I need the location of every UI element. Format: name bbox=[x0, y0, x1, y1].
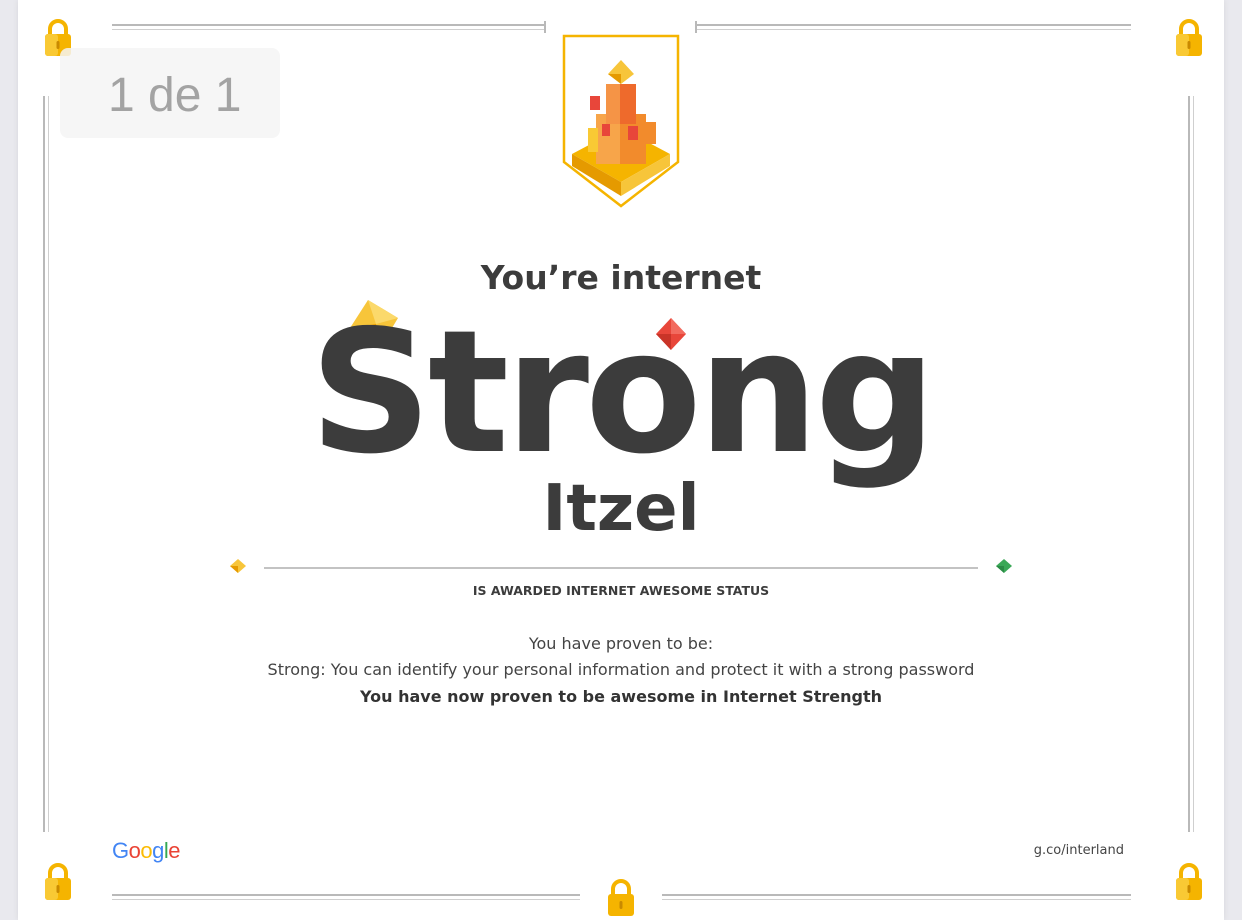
google-logo-letter: G bbox=[112, 838, 129, 863]
proven-intro: You have proven to be: bbox=[528, 634, 714, 653]
lock-icon bbox=[1176, 863, 1202, 900]
top-border-right bbox=[697, 24, 1131, 30]
google-logo-letter: o bbox=[128, 838, 141, 863]
recipient-name: Itzel bbox=[542, 472, 700, 546]
google-logo-letter: e bbox=[168, 838, 181, 863]
proven-summary: You have now proven to be awesome in Int… bbox=[360, 687, 882, 706]
top-border-left bbox=[112, 24, 544, 30]
divider bbox=[264, 567, 978, 569]
castle-badge-icon bbox=[562, 34, 680, 208]
certificate-headline: You’re internet bbox=[480, 258, 762, 297]
bottom-border-left bbox=[112, 894, 580, 900]
lock-icon bbox=[1176, 19, 1202, 56]
bottom-border-right bbox=[662, 894, 1131, 900]
google-logo: Google bbox=[112, 838, 181, 864]
border-tick bbox=[695, 21, 697, 33]
proven-detail: Strong: You can identify your personal i… bbox=[267, 660, 975, 679]
lock-icon bbox=[45, 863, 71, 900]
gem-icon bbox=[230, 559, 246, 573]
google-logo-letter: o bbox=[140, 838, 153, 863]
google-logo-letter: g bbox=[152, 838, 164, 863]
border-tick bbox=[544, 21, 546, 33]
page-indicator: 1 de 1 bbox=[60, 48, 280, 138]
page-indicator-label: 1 de 1 bbox=[108, 69, 242, 122]
certificate-title: Strong bbox=[309, 294, 936, 492]
lock-icon bbox=[608, 879, 634, 916]
awarded-statement: IS AWARDED INTERNET AWESOME STATUS bbox=[472, 583, 770, 598]
gem-icon bbox=[996, 559, 1012, 573]
interland-url: g.co/interland bbox=[1033, 843, 1124, 858]
